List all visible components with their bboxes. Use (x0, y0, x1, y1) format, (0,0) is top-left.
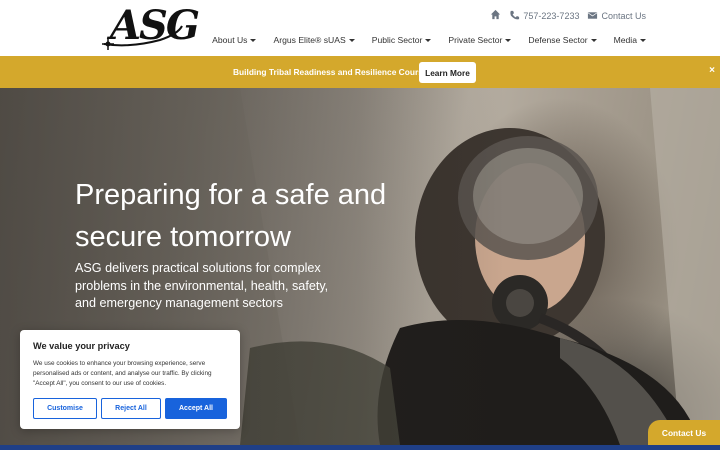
nav-label: Defense Sector (528, 35, 588, 45)
nav-item-defense-sector[interactable]: Defense Sector (528, 35, 597, 45)
home-icon[interactable] (490, 9, 501, 22)
phone-number: 757-223-7233 (523, 10, 580, 21)
nav-item-about[interactable]: About Us (212, 35, 257, 45)
cookie-consent-dialog: We value your privacy We use cookies to … (20, 330, 240, 429)
nav-item-private-sector[interactable]: Private Sector (448, 35, 512, 45)
top-utility-bar: 757-223-7233 Contact Us (490, 9, 646, 22)
contact-link-label: Contact Us (601, 10, 646, 21)
contact-link[interactable]: Contact Us (587, 10, 646, 21)
main-nav: About Us Argus Elite® sUAS Public Sector… (212, 35, 646, 45)
phone-icon (510, 10, 520, 20)
nav-label: Media (613, 35, 637, 45)
phone-link[interactable]: 757-223-7233 (509, 10, 579, 21)
nav-item-argus[interactable]: Argus Elite® sUAS (273, 35, 355, 45)
announcement-banner: Building Tribal Readiness and Resilience… (0, 56, 720, 88)
hero-subtitle: ASG delivers practical solutions for com… (75, 261, 329, 310)
nav-item-public-sector[interactable]: Public Sector (372, 35, 432, 45)
banner-text: Building Tribal Readiness and Resilience… (233, 67, 433, 77)
banner-close-icon[interactable]: × (709, 65, 715, 76)
cookie-body: We use cookies to enhance your browsing … (33, 360, 212, 388)
nav-label: Argus Elite® sUAS (273, 35, 346, 45)
caret-down-icon (590, 38, 597, 42)
site-header: ASG 757-223-7233 Contact Us About Us Arg… (0, 0, 720, 56)
accept-all-button[interactable]: Accept All (165, 398, 227, 419)
caret-down-icon (640, 38, 646, 42)
reject-all-button[interactable]: Reject All (101, 398, 161, 419)
contact-us-tab[interactable]: Contact Us (648, 420, 720, 445)
nav-label: Public Sector (371, 35, 423, 45)
asg-logo[interactable]: ASG (100, 4, 200, 52)
logo-text: ASG (110, 2, 200, 49)
bottom-strip (0, 445, 720, 450)
envelope-icon (588, 12, 598, 19)
learn-more-button[interactable]: Learn More (419, 62, 476, 83)
caret-down-icon (425, 38, 432, 42)
nav-item-media[interactable]: Media (614, 35, 646, 45)
cookie-title: We value your privacy (33, 341, 130, 351)
customise-button[interactable]: Customise (33, 398, 97, 419)
caret-down-icon (250, 38, 257, 42)
nav-label: About Us (212, 35, 248, 45)
caret-down-icon (348, 38, 355, 42)
hero-title: Preparing for a safe and secure tomorrow (75, 179, 387, 253)
caret-down-icon (505, 38, 512, 42)
nav-label: Private Sector (448, 35, 503, 45)
